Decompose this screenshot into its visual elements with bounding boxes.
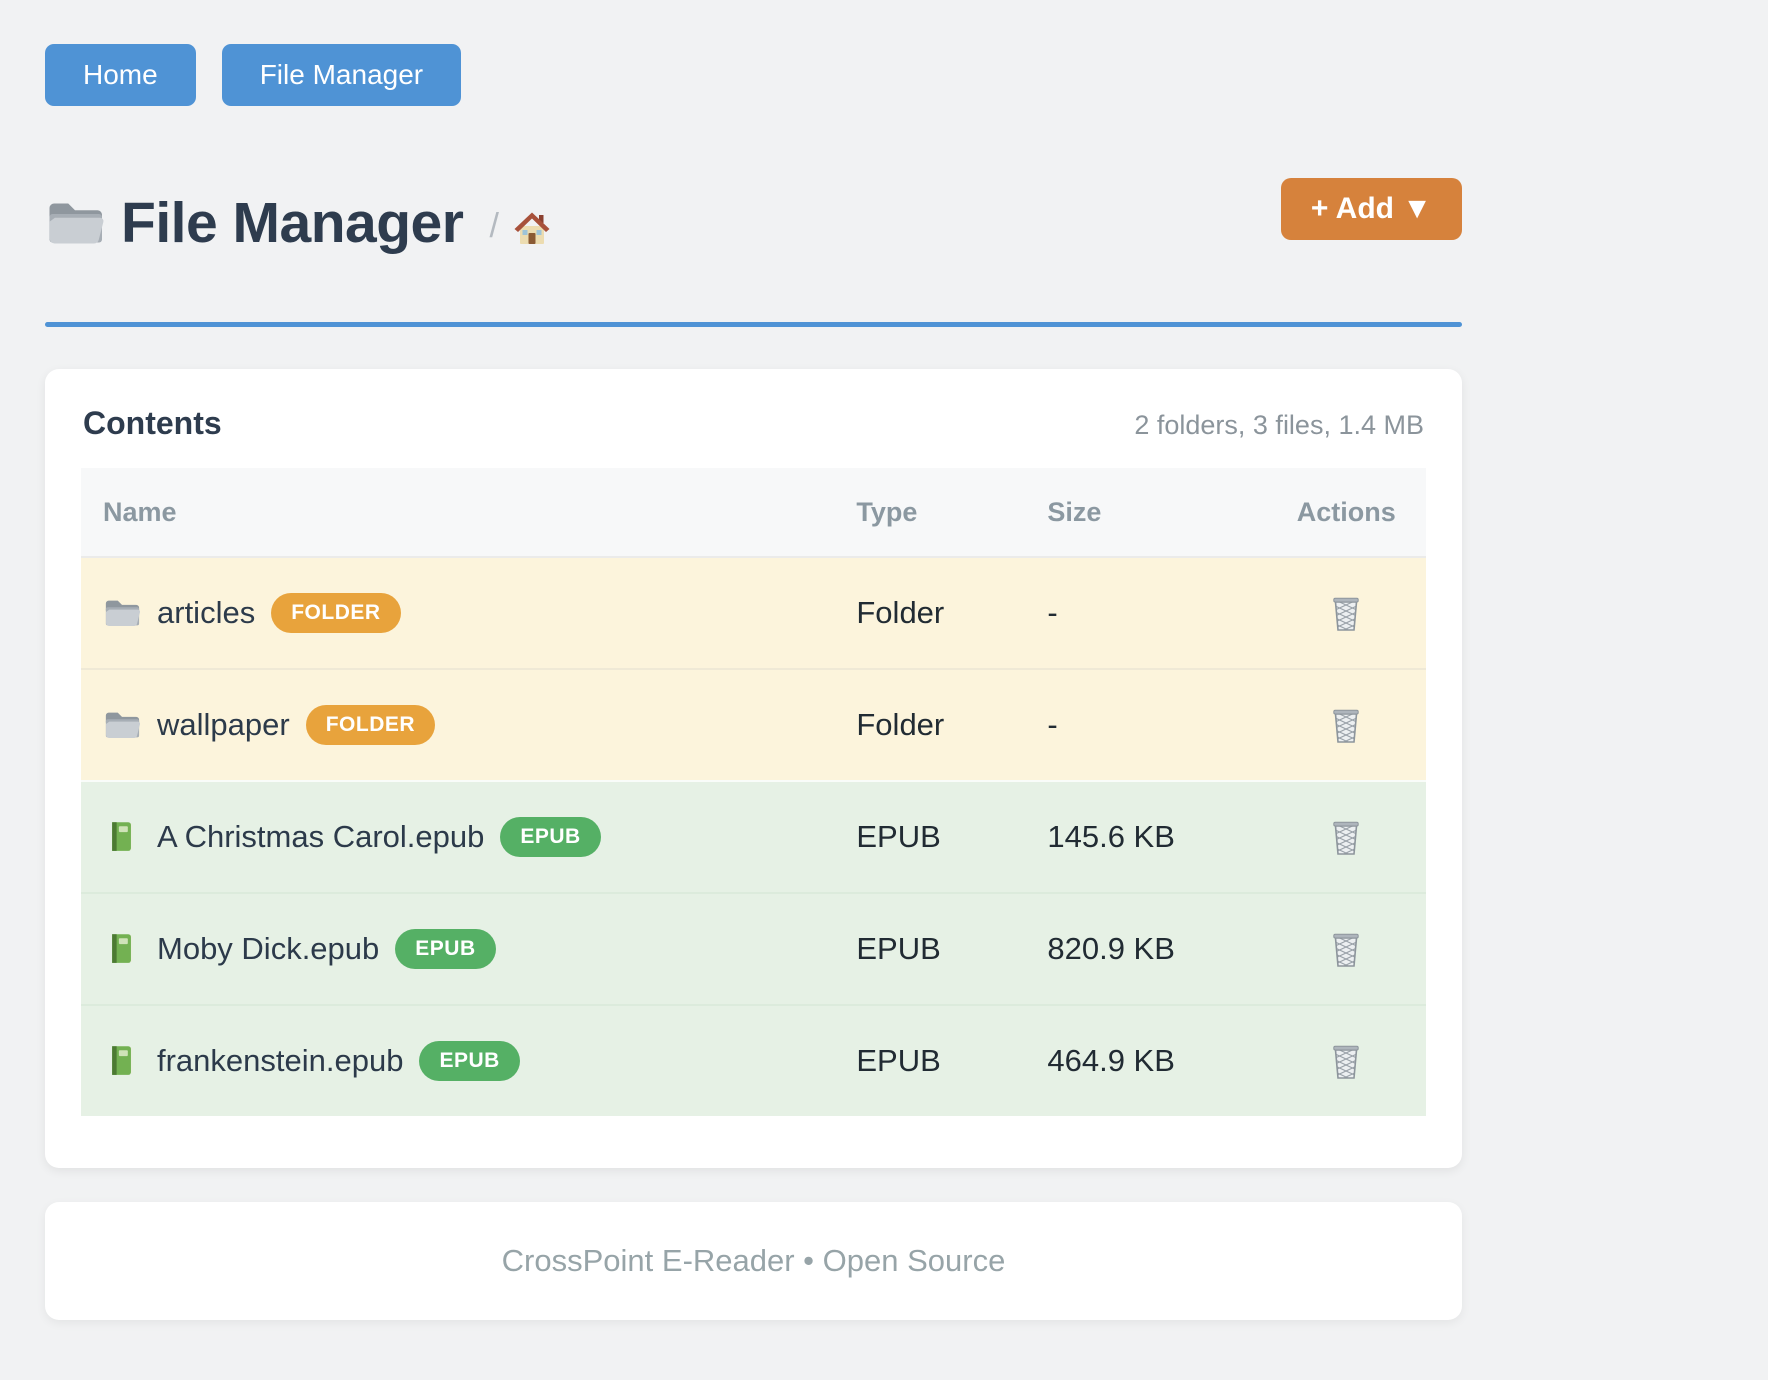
- breadcrumb-separator: /: [489, 207, 498, 246]
- column-header-name: Name: [81, 497, 854, 528]
- add-button[interactable]: + Add ▼: [1281, 178, 1462, 240]
- contents-title: Contents: [83, 405, 222, 442]
- folder-badge: FOLDER: [271, 593, 400, 633]
- trash-icon: [1329, 594, 1363, 632]
- item-size: 464.9 KB: [1045, 1043, 1264, 1079]
- footer: CrossPoint E-Reader • Open Source: [45, 1202, 1462, 1320]
- epub-badge: EPUB: [395, 929, 495, 969]
- table-row[interactable]: frankenstein.epub EPUB EPUB 464.9 KB: [81, 1004, 1426, 1116]
- book-icon: [103, 820, 141, 854]
- file-manager-nav-button[interactable]: File Manager: [222, 44, 461, 106]
- item-type: Folder: [854, 595, 1045, 631]
- top-nav: Home File Manager: [45, 0, 1462, 106]
- trash-icon: [1329, 818, 1363, 856]
- page-container: Home File Manager File Manager / + Add ▼…: [45, 0, 1462, 1320]
- table-row[interactable]: Moby Dick.epub EPUB EPUB 820.9 KB: [81, 892, 1426, 1004]
- delete-button[interactable]: [1325, 1038, 1367, 1084]
- item-name: wallpaper: [157, 707, 290, 743]
- item-type: EPUB: [854, 1043, 1045, 1079]
- page-title: File Manager: [121, 190, 463, 256]
- delete-button[interactable]: [1325, 702, 1367, 748]
- table-header-row: Name Type Size Actions: [81, 468, 1426, 558]
- item-type: EPUB: [854, 931, 1045, 967]
- epub-badge: EPUB: [500, 817, 600, 857]
- item-name: frankenstein.epub: [157, 1043, 403, 1079]
- book-icon: [103, 1044, 141, 1078]
- table-row[interactable]: A Christmas Carol.epub EPUB EPUB 145.6 K…: [81, 780, 1426, 892]
- file-name-cell[interactable]: articles FOLDER: [81, 593, 854, 633]
- item-name: A Christmas Carol.epub: [157, 819, 484, 855]
- item-type: EPUB: [854, 819, 1045, 855]
- item-size: 820.9 KB: [1045, 931, 1264, 967]
- delete-button[interactable]: [1325, 926, 1367, 972]
- folder-icon: [103, 708, 141, 742]
- book-icon: [103, 932, 141, 966]
- folder-badge: FOLDER: [306, 705, 435, 745]
- item-size: 145.6 KB: [1045, 819, 1264, 855]
- delete-button[interactable]: [1325, 814, 1367, 860]
- trash-icon: [1329, 706, 1363, 744]
- contents-card: Contents 2 folders, 3 files, 1.4 MB Name…: [45, 369, 1462, 1168]
- table-row[interactable]: articles FOLDER Folder -: [81, 558, 1426, 668]
- table-row[interactable]: wallpaper FOLDER Folder -: [81, 668, 1426, 780]
- column-header-actions: Actions: [1265, 497, 1426, 528]
- contents-summary: 2 folders, 3 files, 1.4 MB: [1134, 410, 1424, 441]
- trash-icon: [1329, 930, 1363, 968]
- item-name: articles: [157, 595, 255, 631]
- epub-badge: EPUB: [419, 1041, 519, 1081]
- contents-card-header: Contents 2 folders, 3 files, 1.4 MB: [81, 405, 1426, 442]
- trash-icon: [1329, 1042, 1363, 1080]
- page-header: File Manager / + Add ▼: [45, 184, 1462, 262]
- item-size: -: [1045, 595, 1264, 631]
- title-divider: [45, 322, 1462, 327]
- file-name-cell[interactable]: A Christmas Carol.epub EPUB: [81, 817, 854, 857]
- folder-icon: [45, 197, 105, 249]
- column-header-size: Size: [1045, 497, 1264, 528]
- file-name-cell[interactable]: Moby Dick.epub EPUB: [81, 929, 854, 969]
- footer-text: CrossPoint E-Reader • Open Source: [502, 1243, 1006, 1279]
- item-type: Folder: [854, 707, 1045, 743]
- home-icon[interactable]: [511, 208, 553, 248]
- file-table: Name Type Size Actions articles FOLDER F…: [81, 468, 1426, 1116]
- item-size: -: [1045, 707, 1264, 743]
- home-nav-button[interactable]: Home: [45, 44, 196, 106]
- delete-button[interactable]: [1325, 590, 1367, 636]
- file-name-cell[interactable]: wallpaper FOLDER: [81, 705, 854, 745]
- file-name-cell[interactable]: frankenstein.epub EPUB: [81, 1041, 854, 1081]
- item-name: Moby Dick.epub: [157, 931, 379, 967]
- folder-icon: [103, 596, 141, 630]
- column-header-type: Type: [854, 497, 1045, 528]
